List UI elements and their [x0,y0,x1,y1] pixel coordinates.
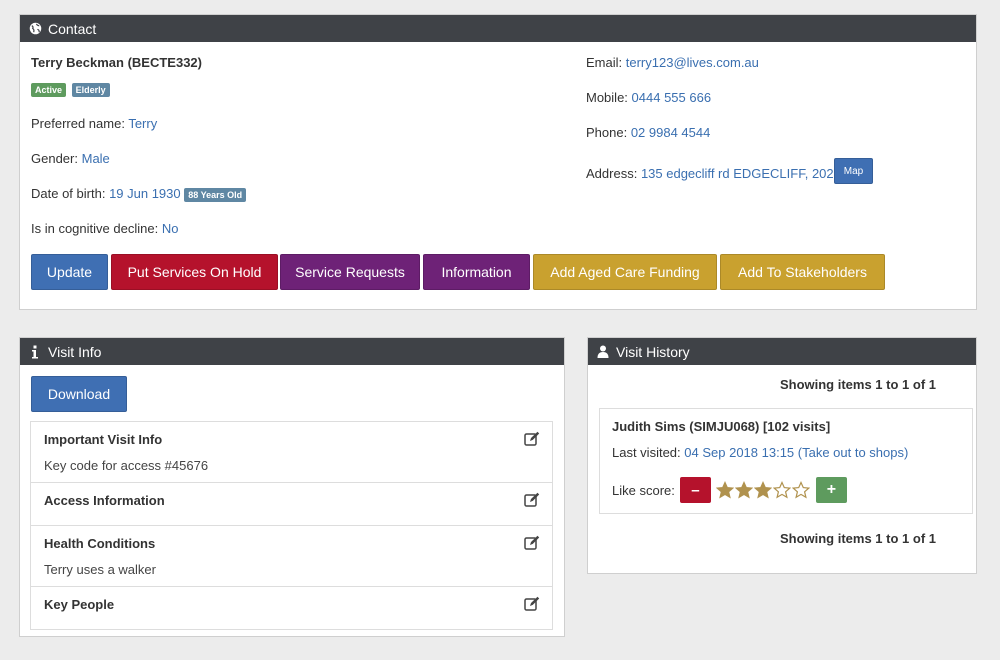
user-icon [596,345,610,359]
visit-info-item-access: Access Information [30,482,553,526]
email-field: Email: terry123@lives.com.au [586,55,759,70]
download-button[interactable]: Download [31,376,127,412]
showing-items-bottom: Showing items 1 to 1 of 1 [779,531,936,546]
edit-icon[interactable] [524,535,540,551]
visit-history-title: Visit History [616,343,690,360]
star-rating [715,481,811,499]
address-label: Address: [586,166,638,181]
status-badges: Active Elderly [31,81,112,97]
map-button[interactable]: Map [834,158,873,184]
increase-score-button[interactable]: + [815,477,847,503]
edit-icon[interactable] [524,431,540,447]
item-detail: Key code for access #45676 [44,458,209,473]
last-visited-value[interactable]: 04 Sep 2018 13:15 (Take out to shops) [684,445,908,460]
visit-info-panel: Visit Info Download Important Visit Info… [19,337,565,637]
add-aged-care-funding-button[interactable]: Add Aged Care Funding [533,254,717,290]
cognitive-field: Is in cognitive decline: No [31,221,178,236]
put-services-on-hold-button[interactable]: Put Services On Hold [111,254,278,290]
visit-info-title: Visit Info [48,343,102,360]
service-requests-button[interactable]: Service Requests [280,254,420,290]
decrease-score-button[interactable]: – [679,477,711,503]
star-empty-icon[interactable] [772,481,792,499]
item-title: Important Visit Info [44,432,163,447]
address-value: 135 edgecliff rd EDGECLIFF, 2027 [640,166,841,181]
cognitive-label: Is in cognitive decline: [31,221,159,236]
dob-value: 19 Jun 1930 [109,186,181,201]
visit-info-item-key-people: Key People [30,586,553,630]
last-visited-field: Last visited: 04 Sep 2018 13:15 (Take ou… [612,445,908,460]
contact-header: Contact [20,15,976,42]
gender-value: Male [81,151,110,166]
contact-name: Terry Beckman (BECTE332) [31,55,202,70]
gender-field: Gender: Male [31,151,110,166]
item-detail: Terry uses a walker [44,562,156,577]
visit-info-item-health: Health Conditions Terry uses a walker [30,525,553,587]
information-button[interactable]: Information [423,254,530,290]
like-score-field: Like score: – + [612,477,847,503]
add-to-stakeholders-button[interactable]: Add To Stakeholders [720,254,885,290]
star-filled-icon[interactable] [753,481,773,499]
status-badge-active: Active [31,82,67,97]
email-label: Email: [586,55,623,70]
visit-history-panel: Visit History Showing items 1 to 1 of 1 … [587,337,977,574]
item-title: Key People [44,597,115,612]
star-empty-icon[interactable] [791,481,811,499]
last-visited-label: Last visited: [612,445,681,460]
star-filled-icon[interactable] [715,481,735,499]
dob-label: Date of birth: [31,186,106,201]
visit-info-item-important: Important Visit Info Key code for access… [30,421,553,483]
dob-field: Date of birth: 19 Jun 1930 88 Years Old [31,186,248,202]
mobile-field: Mobile: 0444 555 666 [586,90,711,105]
cognitive-value: No [161,221,179,236]
contact-panel: Contact Terry Beckman (BECTE332) Active … [19,14,977,310]
showing-items-top: Showing items 1 to 1 of 1 [779,377,936,392]
phone-value[interactable]: 02 9984 4544 [631,125,711,140]
age-badge: 88 Years Old [184,187,247,202]
email-link[interactable]: terry123@lives.com.au [626,55,759,70]
visit-info-header: Visit Info [20,338,564,365]
item-title: Access Information [44,493,165,508]
phone-label: Phone: [586,125,628,140]
preferred-name-field: Preferred name: Terry [31,116,157,131]
visitor-name: Judith Sims (SIMJU068) [102 visits] [612,419,831,434]
preferred-name-label: Preferred name: [31,116,125,131]
star-filled-icon[interactable] [734,481,754,499]
like-score-label: Like score: [612,482,675,498]
contact-title: Contact [48,20,97,37]
edit-icon[interactable] [524,596,540,612]
gender-label: Gender: [31,151,78,166]
item-title: Health Conditions [44,536,156,551]
preferred-name-value: Terry [128,116,158,131]
status-badge-elderly: Elderly [71,82,110,97]
phone-field: Phone: 02 9984 4544 [586,125,710,140]
update-button[interactable]: Update [31,254,108,290]
info-icon [28,345,42,359]
edit-icon[interactable] [524,492,540,508]
address-field: Address: 135 edgecliff rd EDGECLIFF, 202… [586,166,841,181]
mobile-label: Mobile: [586,90,628,105]
mobile-value[interactable]: 0444 555 666 [632,90,712,105]
visit-history-record: Judith Sims (SIMJU068) [102 visits] Last… [599,408,973,514]
visit-history-header: Visit History [588,338,976,365]
globe-icon [28,22,42,36]
